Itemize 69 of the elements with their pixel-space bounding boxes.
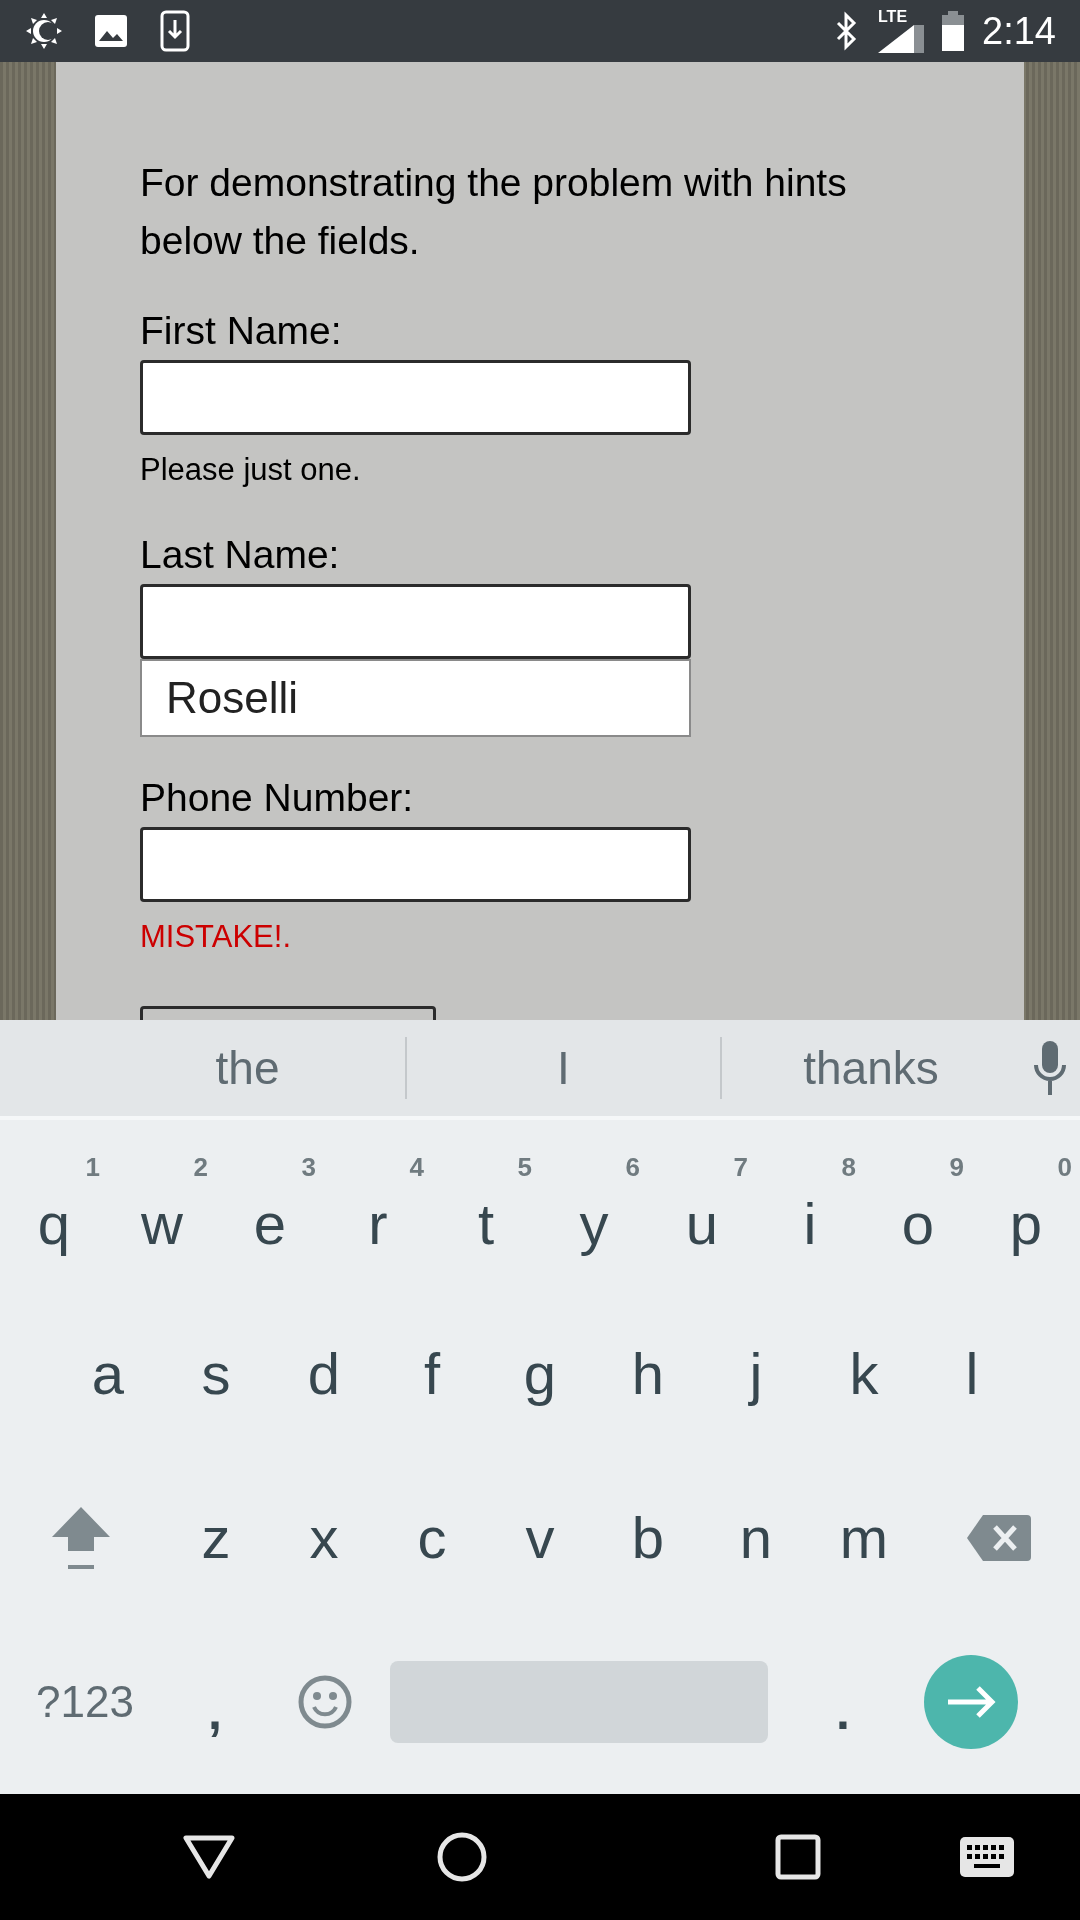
- key[interactable]: s: [162, 1292, 270, 1456]
- key[interactable]: 1 q: [0, 1128, 108, 1292]
- download-icon: [160, 10, 190, 52]
- key[interactable]: 0 p: [972, 1128, 1080, 1292]
- key[interactable]: 8 i: [756, 1128, 864, 1292]
- image-icon: [94, 14, 128, 48]
- key-hint: 1: [85, 1154, 100, 1180]
- key-hint: 0: [1057, 1154, 1072, 1180]
- key[interactable]: 7 u: [648, 1128, 756, 1292]
- key-hint: 3: [301, 1154, 316, 1180]
- symbols-key[interactable]: ?123: [0, 1620, 170, 1784]
- key[interactable]: a: [54, 1292, 162, 1456]
- autofill-suggestion[interactable]: Roselli: [140, 658, 691, 737]
- period-key[interactable]: .: [768, 1620, 918, 1784]
- key[interactable]: 5 t: [432, 1128, 540, 1292]
- key[interactable]: 6 y: [540, 1128, 648, 1292]
- key[interactable]: b: [594, 1456, 702, 1620]
- key[interactable]: 3 e: [216, 1128, 324, 1292]
- key[interactable]: 4 r: [324, 1128, 432, 1292]
- keyboard-icon[interactable]: [960, 1837, 1014, 1877]
- back-icon[interactable]: [182, 1834, 236, 1880]
- key[interactable]: m: [810, 1456, 918, 1620]
- key[interactable]: c: [378, 1456, 486, 1620]
- key[interactable]: 9 o: [864, 1128, 972, 1292]
- key[interactable]: d: [270, 1292, 378, 1456]
- word-suggestion[interactable]: thanks: [722, 1033, 1020, 1103]
- key[interactable]: x: [270, 1456, 378, 1620]
- key-hint: 2: [193, 1154, 208, 1180]
- shift-icon: [50, 1505, 112, 1571]
- signal-icon: [878, 25, 925, 53]
- comma-key[interactable]: ,: [170, 1620, 260, 1784]
- field-hint: Please just one.: [140, 451, 362, 489]
- key-hint: 9: [949, 1154, 964, 1180]
- clock: 2:14: [982, 8, 1056, 54]
- key[interactable]: h: [594, 1292, 702, 1456]
- text-field[interactable]: [140, 826, 691, 902]
- key-hint: 4: [409, 1154, 424, 1180]
- word-suggestion[interactable]: the: [90, 1033, 405, 1103]
- text-field[interactable]: [140, 360, 691, 435]
- overview-icon[interactable]: [775, 1834, 821, 1880]
- microphone-icon[interactable]: [1034, 1041, 1066, 1095]
- backspace-icon: [967, 1515, 1031, 1561]
- intro-text: For demonstrating the problem with hints below the fields.: [140, 160, 848, 264]
- battery-icon: [942, 11, 965, 51]
- key[interactable]: l: [918, 1292, 1026, 1456]
- key[interactable]: f: [378, 1292, 486, 1456]
- key[interactable]: n: [702, 1456, 810, 1620]
- key[interactable]: v: [486, 1456, 594, 1620]
- key-hint: 5: [517, 1154, 532, 1180]
- key-hint: 8: [841, 1154, 856, 1180]
- key-hint: 7: [733, 1154, 748, 1180]
- bluetooth-icon: [834, 11, 859, 51]
- home-icon[interactable]: [436, 1831, 488, 1883]
- arrow-right-icon: [946, 1685, 996, 1719]
- error-message: MISTAKE!.: [140, 917, 292, 956]
- key[interactable]: z: [162, 1456, 270, 1620]
- key[interactable]: k: [810, 1292, 918, 1456]
- field-label: First Name:: [140, 308, 343, 354]
- word-suggestion[interactable]: I: [407, 1033, 720, 1103]
- key[interactable]: g: [486, 1292, 594, 1456]
- key-hint: 6: [625, 1154, 640, 1180]
- field-label: Phone Number:: [140, 774, 415, 821]
- key[interactable]: j: [702, 1292, 810, 1456]
- text-field[interactable]: [140, 583, 691, 659]
- field-label: Last Name:: [140, 531, 341, 578]
- key[interactable]: 2 w: [108, 1128, 216, 1292]
- smiley-icon: [298, 1675, 352, 1729]
- brightness-icon: [24, 11, 64, 51]
- network-type: LTE: [878, 9, 908, 25]
